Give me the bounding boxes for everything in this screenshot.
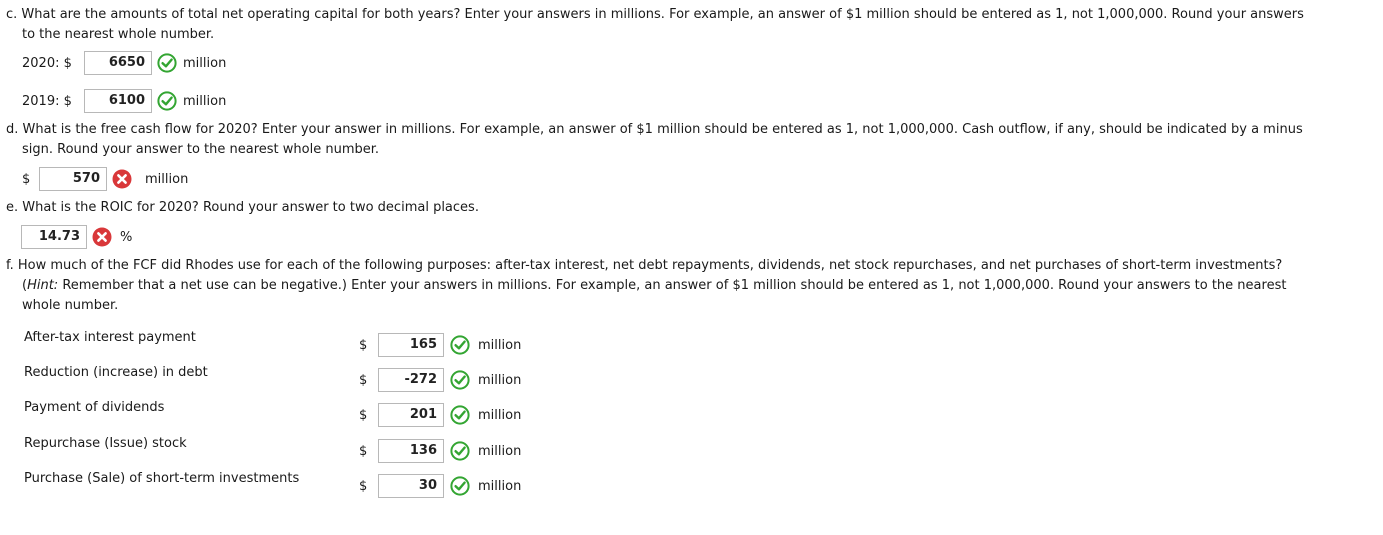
capital-2020-input[interactable]: 6650 <box>84 51 152 75</box>
fcf-input[interactable]: 570 <box>39 167 107 191</box>
answer-row-fcf: $ 570 million <box>22 166 188 192</box>
answer-cell: 30 million <box>378 473 521 499</box>
answer-row-roic: 14.73 % <box>21 224 132 250</box>
after-tax-interest-input[interactable]: 165 <box>378 333 444 357</box>
unit-label: million <box>478 478 522 494</box>
year-label-2019: 2019: $ <box>22 93 72 109</box>
roic-input[interactable]: 14.73 <box>21 225 87 249</box>
row-label: Purchase (Sale) of short-term investment… <box>24 471 300 486</box>
question-f-line3: whole number. <box>22 298 119 313</box>
unit-label: million <box>478 337 522 353</box>
question-f-line2: (Hint: Remember that a net use can be ne… <box>6 276 1376 296</box>
currency-label: $ <box>359 444 368 459</box>
table-row: Reduction (increase) in debt $ -272 mill… <box>0 365 600 393</box>
currency-label: $ <box>359 479 368 494</box>
check-circle-icon <box>450 335 470 355</box>
unit-label: million <box>478 443 522 459</box>
unit-label: million <box>183 93 227 109</box>
percent-label: % <box>120 229 133 245</box>
unit-label: million <box>183 55 227 71</box>
question-c-line1: c. What are the amounts of total net ope… <box>6 7 1304 22</box>
check-circle-icon <box>450 370 470 390</box>
short-term-investments-input[interactable]: 30 <box>378 474 444 498</box>
table-row: Purchase (Sale) of short-term investment… <box>0 471 600 499</box>
question-d-line1: d. What is the free cash flow for 2020? … <box>6 122 1303 137</box>
question-f-line1: f. How much of the FCF did Rhodes use fo… <box>6 258 1283 273</box>
x-circle-icon <box>112 169 132 189</box>
question-d: d. What is the free cash flow for 2020? … <box>6 120 1376 160</box>
answer-row-2020: 2020: $ 6650 million <box>22 50 226 76</box>
check-circle-icon <box>157 53 177 73</box>
capital-2019-input[interactable]: 6100 <box>84 89 152 113</box>
question-f: f. How much of the FCF did Rhodes use fo… <box>6 256 1376 316</box>
question-c-line2: to the nearest whole number. <box>22 27 215 42</box>
table-row: Payment of dividends $ 201 million <box>0 400 600 428</box>
check-circle-icon <box>450 405 470 425</box>
currency-label: $ <box>359 408 368 423</box>
table-row: After-tax interest payment $ 165 million <box>0 330 600 358</box>
check-circle-icon <box>450 441 470 461</box>
check-circle-icon <box>157 91 177 111</box>
answer-row-2019: 2019: $ 6100 million <box>22 88 226 114</box>
stock-repurchase-input[interactable]: 136 <box>378 439 444 463</box>
question-e-text: e. What is the ROIC for 2020? Round your… <box>6 200 479 215</box>
check-circle-icon <box>450 476 470 496</box>
currency-label: $ <box>359 373 368 388</box>
currency-label: $ <box>22 171 31 187</box>
row-label: Reduction (increase) in debt <box>24 365 208 380</box>
hint-label: Hint: <box>27 278 59 293</box>
unit-label: million <box>478 372 522 388</box>
question-c: c. What are the amounts of total net ope… <box>6 5 1376 45</box>
answer-cell: 165 million <box>378 332 521 358</box>
answer-cell: 201 million <box>378 402 521 428</box>
question-e: e. What is the ROIC for 2020? Round your… <box>6 198 1376 218</box>
unit-label: million <box>145 171 189 187</box>
debt-reduction-input[interactable]: -272 <box>378 368 444 392</box>
table-row: Repurchase (Issue) stock $ 136 million <box>0 436 600 464</box>
currency-label: $ <box>359 338 368 353</box>
row-label: Payment of dividends <box>24 400 165 415</box>
row-label: Repurchase (Issue) stock <box>24 436 187 451</box>
year-label-2020: 2020: $ <box>22 55 72 71</box>
dividends-input[interactable]: 201 <box>378 403 444 427</box>
hint-text: Remember that a net use can be negative.… <box>58 278 1287 293</box>
x-circle-icon <box>92 227 112 247</box>
unit-label: million <box>478 407 522 423</box>
answer-cell: 136 million <box>378 438 521 464</box>
answer-cell: -272 million <box>378 367 521 393</box>
row-label: After-tax interest payment <box>24 330 196 345</box>
question-d-line2: sign. Round your answer to the nearest w… <box>22 142 380 157</box>
